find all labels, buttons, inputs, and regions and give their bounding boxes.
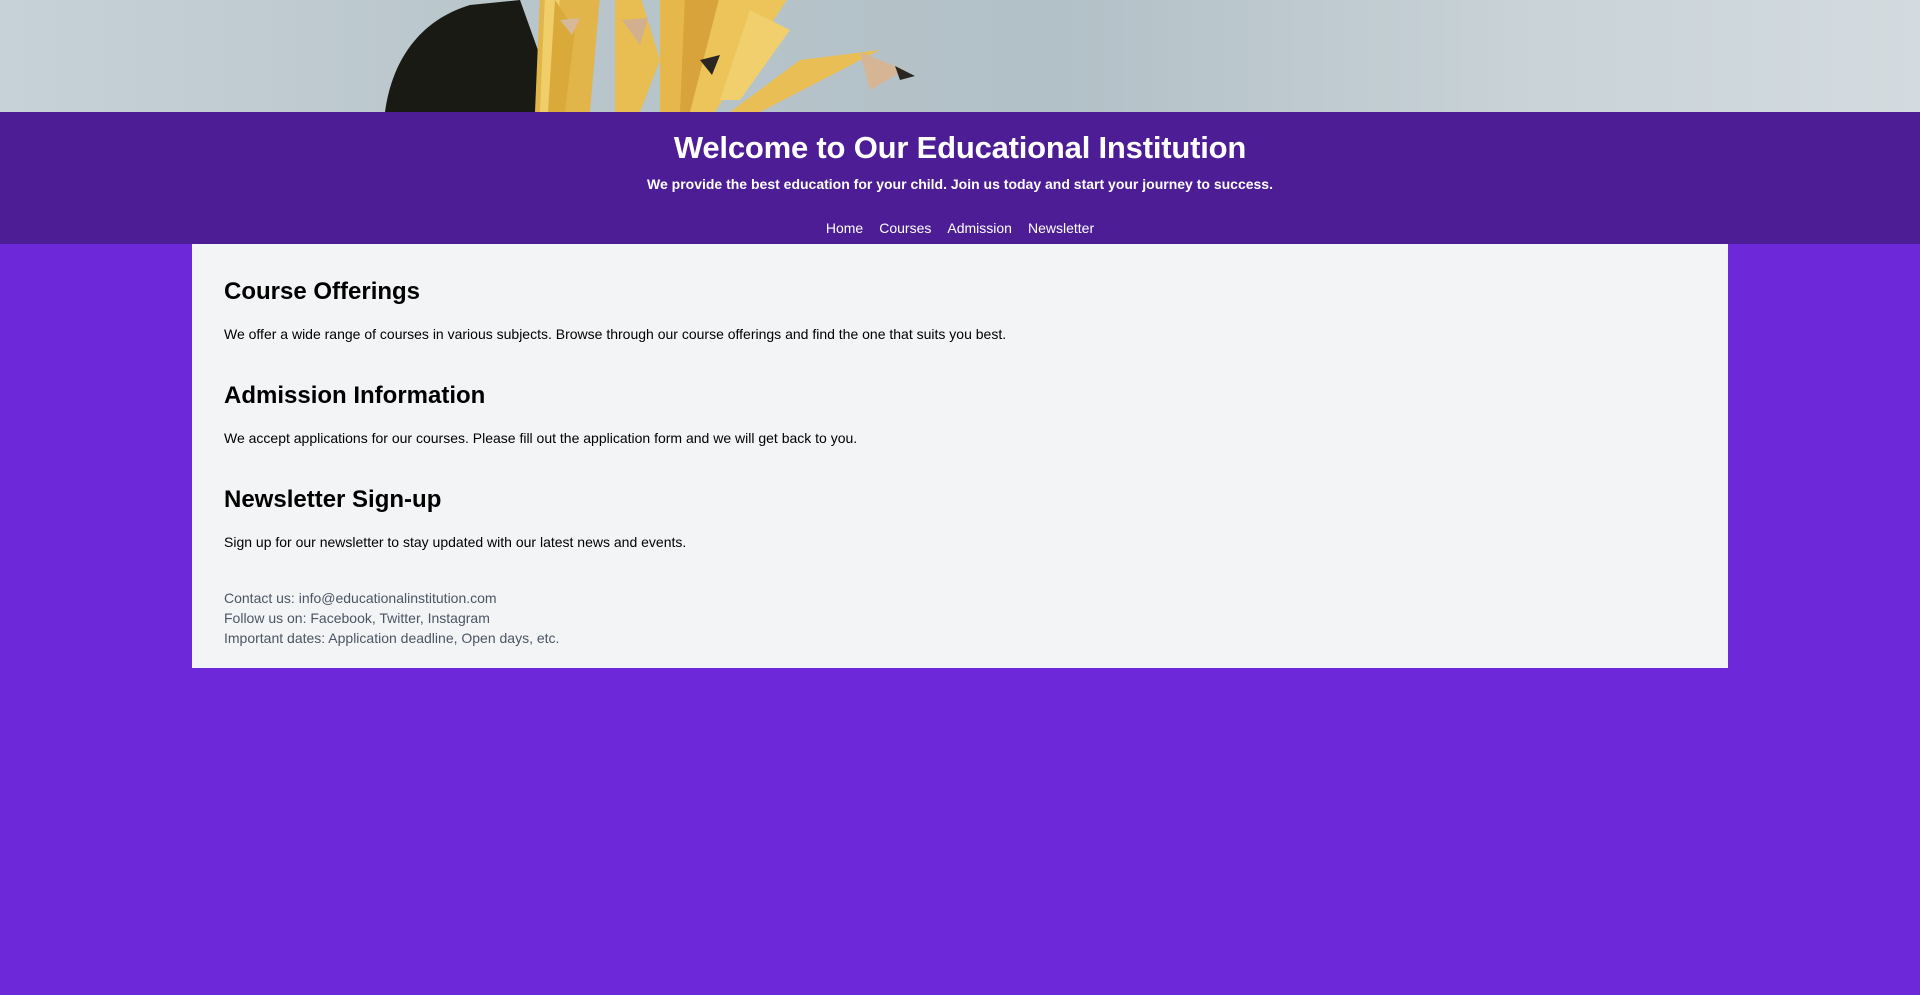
course-offerings-section: Course Offerings We offer a wide range o…: [224, 276, 1696, 344]
section-heading: Admission Information: [224, 382, 486, 409]
section-heading: Newsletter Sign-up: [224, 486, 442, 513]
nav-link-home[interactable]: Home: [826, 218, 863, 238]
section-text: Sign up for our newsletter to stay updat…: [224, 534, 687, 550]
section-text: We offer a wide range of courses in vari…: [224, 326, 1007, 342]
admission-information-section: Admission Information We accept applicat…: [224, 380, 1696, 448]
main-nav: Home Courses Admission Newsletter: [0, 218, 1920, 238]
contact-line: Contact us: info@educationalinstitution.…: [224, 590, 497, 606]
nav-link-newsletter[interactable]: Newsletter: [1028, 218, 1094, 238]
main-content: Course Offerings We offer a wide range o…: [192, 244, 1728, 668]
hero-image: [0, 0, 1920, 112]
social-line: Follow us on: Facebook, Twitter, Instagr…: [224, 610, 490, 626]
nav-link-courses[interactable]: Courses: [879, 218, 931, 238]
page-subtitle: We provide the best education for your c…: [647, 176, 1273, 192]
site-header: Welcome to Our Educational Institution W…: [0, 112, 1920, 244]
newsletter-signup-section: Newsletter Sign-up Sign up for our newsl…: [224, 484, 1696, 552]
nav-link-admission[interactable]: Admission: [947, 218, 1012, 238]
footer-info: Contact us: info@educationalinstitution.…: [224, 588, 1696, 648]
section-heading: Course Offerings: [224, 278, 421, 305]
page-title: Welcome to Our Educational Institution: [673, 130, 1247, 165]
important-dates-line: Important dates: Application deadline, O…: [224, 630, 560, 646]
section-text: We accept applications for our courses. …: [224, 430, 858, 446]
